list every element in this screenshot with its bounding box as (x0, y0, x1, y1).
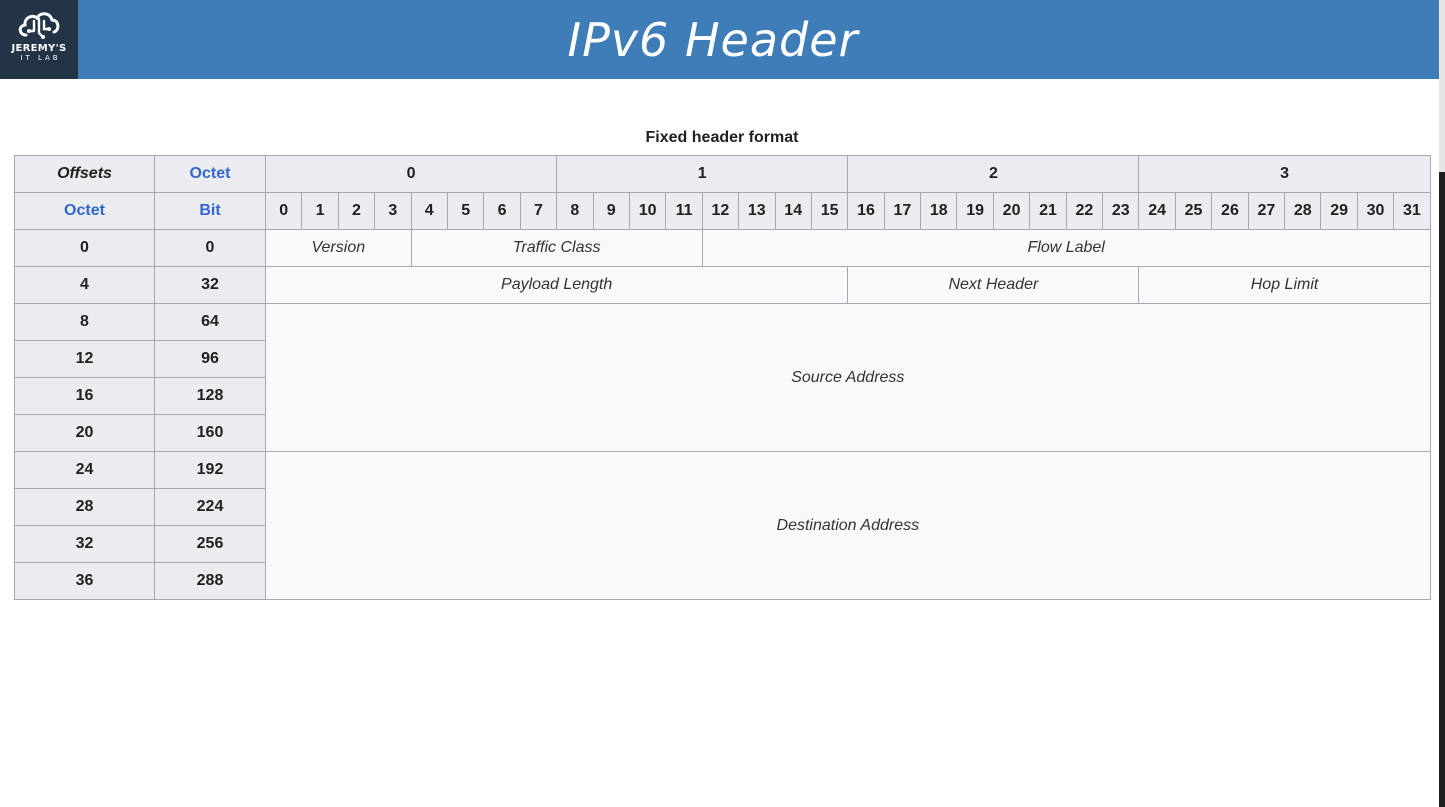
row-octet-offset: 12 (14, 340, 155, 378)
bit-header-row: Octet Bit 0 1 2 3 4 5 6 7 8 9 10 11 12 13 14 15 16 17 18 19… (14, 192, 1431, 230)
bit-number-cell: 15 (810, 192, 849, 230)
octet-header-row: Offsets Octet 0 1 2 3 (14, 155, 1431, 193)
row-octet-offset: 32 (14, 525, 155, 563)
octet-column-0: 0 (264, 155, 558, 193)
bit-number-cell: 18 (920, 192, 958, 230)
bit-number-cell: 1 (301, 192, 339, 230)
bit-number-cell: 8 (556, 192, 594, 230)
bit-number-cell: 22 (1065, 192, 1104, 230)
row-octet-offset: 24 (14, 451, 155, 489)
bit-number-cell: 25 (1174, 192, 1213, 230)
field-destination-address: Destination Address (265, 451, 1431, 600)
field-source-address: Source Address (265, 303, 1431, 452)
bit-number-cell: 31 (1393, 192, 1431, 230)
row-bit-offset: 32 (154, 266, 266, 304)
bit-number-cell: 2 (337, 192, 376, 230)
ipv6-header-table: Offsets Octet 0 1 2 3 Octet Bit 01234567… (14, 155, 1431, 600)
bit-number-cell: 4 (410, 192, 448, 230)
row-octet-offset: 16 (14, 377, 155, 415)
bit-number-cell: 5 (446, 192, 485, 230)
bit-number-cell: 27 (1247, 192, 1286, 230)
bit-number-cell: 24 (1138, 192, 1176, 230)
bit-number-cell: 16 (847, 192, 885, 230)
table-row: 0 0 Version Traffic Class Flow Label (14, 229, 1431, 267)
row-bit-offset: 256 (154, 525, 266, 563)
bit-number-cell: 11 (665, 192, 703, 230)
row-bit-offset: 160 (154, 414, 266, 452)
bit-number-cell: 3 (374, 192, 412, 230)
bit-number-cell: 21 (1029, 192, 1067, 230)
table-row: 8 64 Source Address (14, 303, 1431, 452)
field-next-header: Next Header (847, 266, 1140, 304)
logo-subtext: IT LAB (20, 54, 61, 62)
octet-column-1: 1 (556, 155, 849, 193)
octet-column-3: 3 (1138, 155, 1431, 193)
field-payload-length: Payload Length (264, 266, 849, 304)
corner-octet-left[interactable]: Octet (14, 192, 155, 230)
row-octet-offset: 20 (14, 414, 155, 452)
row-octet-offset: 0 (14, 229, 155, 267)
bit-number-cell: 26 (1211, 192, 1249, 230)
row-bit-offset: 64 (154, 303, 266, 341)
row-bit-offset: 128 (154, 377, 266, 415)
octet-column-2: 2 (847, 155, 1140, 193)
corner-bit[interactable]: Bit (154, 192, 266, 230)
field-flow-label: Flow Label (701, 229, 1431, 267)
frame-edge (1439, 0, 1445, 807)
bit-number-cell: 14 (774, 192, 812, 230)
field-traffic-class: Traffic Class (410, 229, 703, 267)
bit-number-cell: 12 (701, 192, 740, 230)
row-bit-offset: 0 (154, 229, 266, 267)
bit-number-cell: 30 (1356, 192, 1395, 230)
logo-text: JEREMY'S (11, 43, 67, 54)
cloud-circuit-icon (18, 12, 60, 39)
page-title: IPv6 Header (567, 12, 859, 67)
row-bit-offset: 192 (154, 451, 266, 489)
table-row: 4 32 Payload Length Next Header Hop Limi… (14, 266, 1431, 304)
bit-number-cell: 10 (628, 192, 667, 230)
bit-number-cell: 6 (483, 192, 521, 230)
table-row: 24 192 Destination Address (14, 451, 1431, 600)
row-bit-offset: 288 (154, 562, 266, 600)
jeremys-it-lab-logo: JEREMY'S IT LAB (0, 0, 78, 79)
row-octet-offset: 8 (14, 303, 155, 341)
bit-number-cell: 28 (1284, 192, 1322, 230)
bit-number-cell: 29 (1320, 192, 1358, 230)
corner-octet-top[interactable]: Octet (154, 155, 266, 193)
bit-number-cell: 7 (519, 192, 558, 230)
row-bit-offset: 224 (154, 488, 266, 526)
bit-number-cell: 19 (956, 192, 994, 230)
bit-number-cell: 23 (1102, 192, 1140, 230)
row-octet-offset: 36 (14, 562, 155, 600)
bit-number-cell: 9 (592, 192, 630, 230)
field-hop-limit: Hop Limit (1138, 266, 1431, 304)
bit-number-cell: 13 (738, 192, 776, 230)
corner-offsets: Offsets (14, 155, 155, 193)
title-banner: JEREMY'S IT LAB IPv6 Header (0, 0, 1439, 79)
row-octet-offset: 4 (14, 266, 155, 304)
bit-number-cell: 20 (992, 192, 1031, 230)
bit-number-cell: 0 (264, 192, 303, 230)
row-bit-offset: 96 (154, 340, 266, 378)
bit-number-cell: 17 (883, 192, 922, 230)
field-version: Version (265, 229, 412, 267)
row-octet-offset: 28 (14, 488, 155, 526)
table-caption: Fixed header format (645, 129, 799, 146)
